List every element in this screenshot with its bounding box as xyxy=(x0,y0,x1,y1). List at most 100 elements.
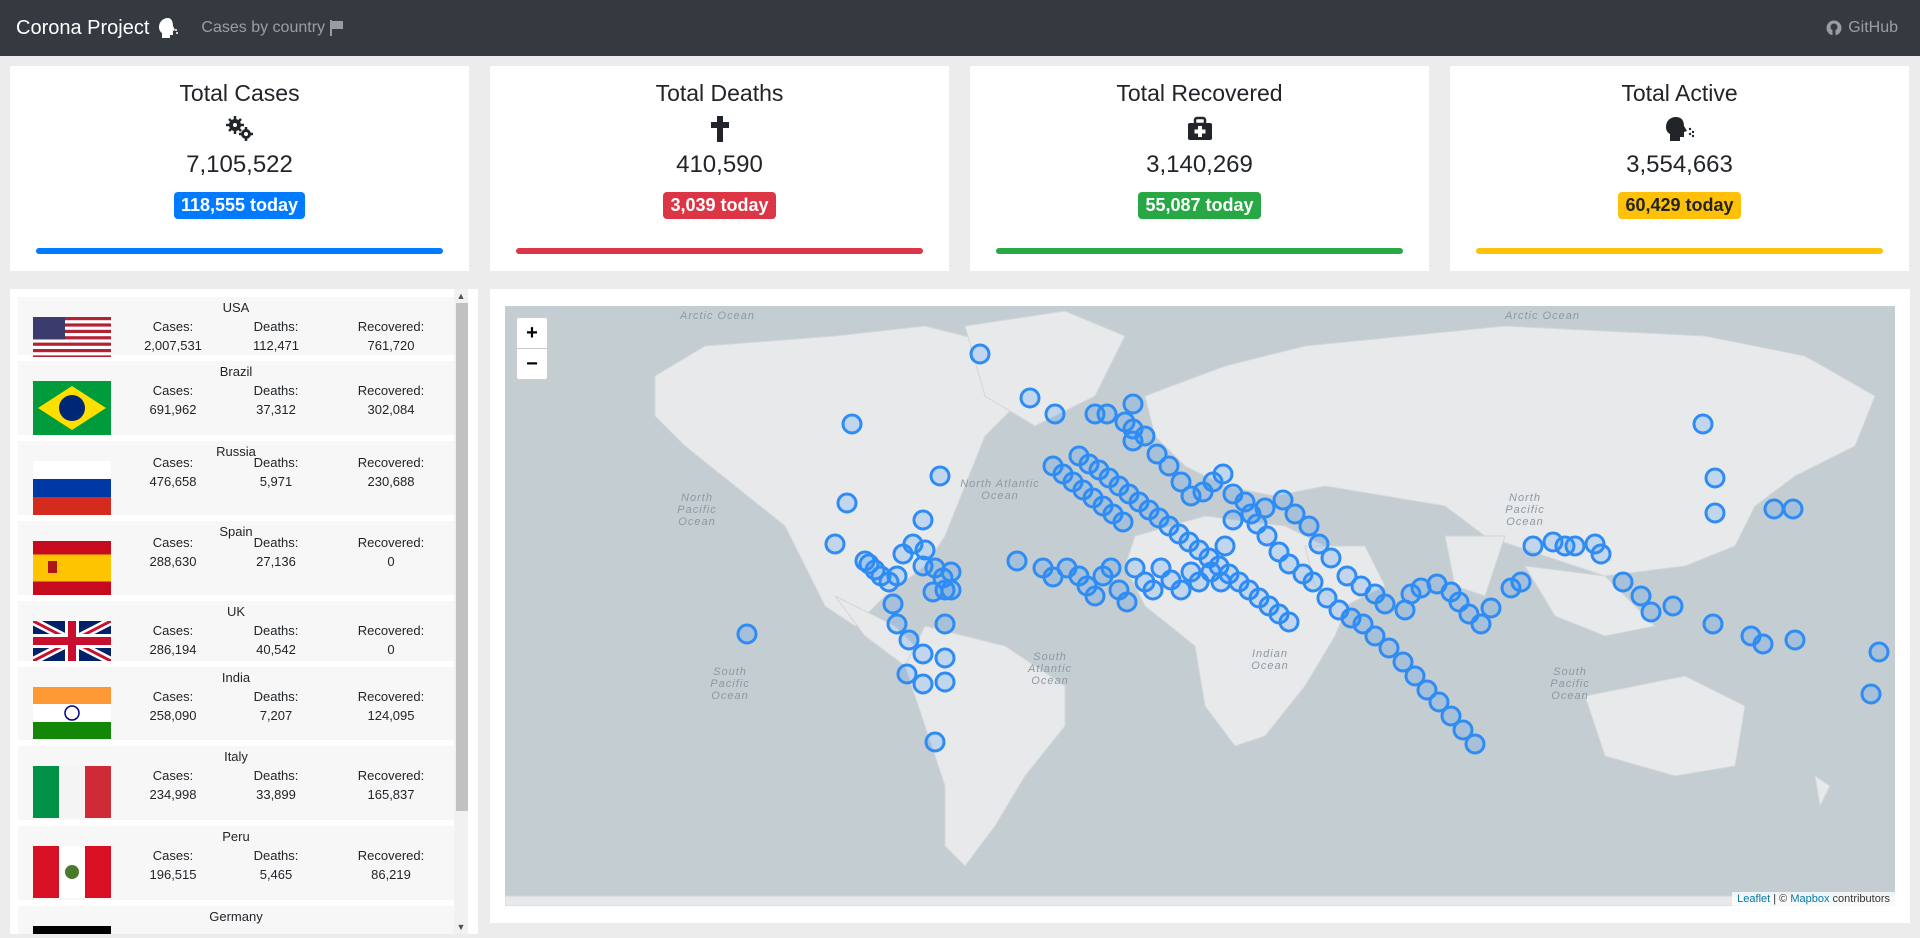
case-marker[interactable] xyxy=(886,565,908,587)
case-marker[interactable] xyxy=(1704,502,1726,524)
case-marker[interactable] xyxy=(1019,387,1041,409)
case-marker[interactable] xyxy=(1564,535,1586,557)
case-marker[interactable] xyxy=(1278,611,1300,633)
world-map[interactable]: Arctic Ocean North Atlantic Ocean North … xyxy=(505,306,1895,906)
country-row-germany[interactable]: Germany xyxy=(18,906,454,934)
leaflet-link[interactable]: Leaflet xyxy=(1737,893,1770,905)
recovered-stat: Recovered: 230,688 xyxy=(336,453,446,491)
case-marker[interactable] xyxy=(1702,613,1724,635)
italy-flag-icon xyxy=(33,766,111,818)
case-marker[interactable] xyxy=(736,623,758,645)
scroll-thumb[interactable] xyxy=(456,303,468,811)
case-marker[interactable] xyxy=(1782,498,1804,520)
case-marker[interactable] xyxy=(934,613,956,635)
cases-value: 288,630 xyxy=(149,554,197,569)
recovered-label: Recovered: xyxy=(357,848,425,863)
case-marker[interactable] xyxy=(841,413,863,435)
case-marker[interactable] xyxy=(1158,455,1180,477)
country-row-brazil[interactable]: Brazil Cases: 691,962 Deaths: 37,312 Recov… xyxy=(18,361,454,435)
case-marker[interactable] xyxy=(1480,597,1502,619)
country-row-peru[interactable]: Peru Cases: 196,515 Deaths: 5,465 Recovere… xyxy=(18,826,454,900)
case-marker[interactable] xyxy=(1612,571,1634,593)
case-marker[interactable] xyxy=(1222,509,1244,531)
case-marker[interactable] xyxy=(1860,683,1882,705)
case-marker[interactable] xyxy=(924,731,946,753)
case-marker[interactable] xyxy=(1640,601,1662,623)
coughing-head-icon xyxy=(157,17,179,39)
case-marker[interactable] xyxy=(940,579,962,601)
cases-by-country-link[interactable]: Cases by country xyxy=(201,19,344,37)
case-marker[interactable] xyxy=(836,492,858,514)
case-marker[interactable] xyxy=(912,509,934,531)
case-marker[interactable] xyxy=(1868,641,1890,663)
scroll-down-arrow-icon[interactable]: ▼ xyxy=(454,920,468,934)
case-marker[interactable] xyxy=(1122,393,1144,415)
case-marker[interactable] xyxy=(886,613,908,635)
case-marker[interactable] xyxy=(1374,593,1396,615)
scroll-up-arrow-icon[interactable]: ▲ xyxy=(454,289,468,303)
deaths-label: Deaths: xyxy=(253,848,299,863)
case-marker[interactable] xyxy=(1784,629,1806,651)
case-marker[interactable] xyxy=(1763,498,1785,520)
case-marker[interactable] xyxy=(1662,595,1684,617)
case-marker[interactable] xyxy=(1212,463,1234,485)
case-marker[interactable] xyxy=(898,629,920,651)
recovered-label: Recovered: xyxy=(357,623,425,638)
case-marker[interactable] xyxy=(929,465,951,487)
case-marker[interactable] xyxy=(882,593,904,615)
case-marker[interactable] xyxy=(1522,535,1544,557)
case-marker[interactable] xyxy=(1142,579,1164,601)
case-marker[interactable] xyxy=(1134,425,1156,447)
recovered-stat: Recovered: 761,720 xyxy=(336,317,446,355)
brand-link[interactable]: Corona Project xyxy=(16,17,179,40)
country-row-italy[interactable]: Italy Cases: 234,998 Deaths: 33,899 Recove… xyxy=(18,746,454,820)
github-link[interactable]: GitHub xyxy=(1826,0,1898,56)
zoom-in-button[interactable]: + xyxy=(517,318,547,349)
case-marker[interactable] xyxy=(1692,413,1714,435)
case-marker[interactable] xyxy=(1298,515,1320,537)
case-marker[interactable] xyxy=(1464,733,1486,755)
country-name: UK xyxy=(226,604,246,619)
case-marker[interactable] xyxy=(1256,525,1278,547)
total-cases-card: Total Cases 7,105,522 118,555 today xyxy=(10,66,469,271)
case-marker[interactable] xyxy=(1116,591,1138,613)
case-marker[interactable] xyxy=(1096,403,1118,425)
case-marker[interactable] xyxy=(1114,411,1136,433)
case-marker[interactable] xyxy=(1752,633,1774,655)
case-marker[interactable] xyxy=(1100,557,1122,579)
cases-today-badge: 118,555 today xyxy=(173,192,306,219)
country-row-russia[interactable]: Russia Cases: 476,658 Deaths: 5,971 Recove… xyxy=(18,441,454,515)
case-marker[interactable] xyxy=(1214,535,1236,557)
case-marker[interactable] xyxy=(969,343,991,365)
case-marker[interactable] xyxy=(824,533,846,555)
country-row-usa[interactable]: USA Cases: 2,007,531 Deaths: 112,471 Recov… xyxy=(18,297,454,357)
case-marker[interactable] xyxy=(1006,550,1028,572)
case-marker[interactable] xyxy=(912,643,934,665)
country-row-spain[interactable]: Spain Cases: 288,630 Deaths: 27,136 Recove… xyxy=(18,521,454,595)
cross-icon xyxy=(490,112,949,146)
country-row-uk[interactable]: UK Cases: 286,194 Deaths: 40,542 Recovered… xyxy=(18,601,454,661)
case-marker[interactable] xyxy=(1590,543,1612,565)
case-marker[interactable] xyxy=(1704,467,1726,489)
zoom-out-button[interactable]: − xyxy=(517,349,547,379)
case-marker[interactable] xyxy=(1510,571,1532,593)
case-marker[interactable] xyxy=(1234,491,1256,513)
case-marker[interactable] xyxy=(1378,637,1400,659)
case-marker[interactable] xyxy=(1044,403,1066,425)
case-marker[interactable] xyxy=(1084,585,1106,607)
country-row-india[interactable]: India Cases: 258,090 Deaths: 7,207 Recover… xyxy=(18,667,454,740)
list-scrollbar[interactable]: ▲ ▼ xyxy=(454,289,468,934)
case-marker[interactable] xyxy=(1302,571,1324,593)
deaths-stat: Deaths: 27,136 xyxy=(221,533,331,571)
mapbox-link[interactable]: Mapbox xyxy=(1790,893,1829,905)
country-list[interactable]: USA Cases: 2,007,531 Deaths: 112,471 Recov… xyxy=(18,297,454,934)
case-marker[interactable] xyxy=(934,647,956,669)
world-map-svg[interactable] xyxy=(505,306,1895,906)
case-marker[interactable] xyxy=(1112,511,1134,533)
case-marker[interactable] xyxy=(912,673,934,695)
case-marker[interactable] xyxy=(1320,547,1342,569)
case-marker[interactable] xyxy=(1170,579,1192,601)
case-marker[interactable] xyxy=(940,561,962,583)
case-marker[interactable] xyxy=(934,671,956,693)
cases-stat: Cases: 196,515 xyxy=(118,846,228,884)
